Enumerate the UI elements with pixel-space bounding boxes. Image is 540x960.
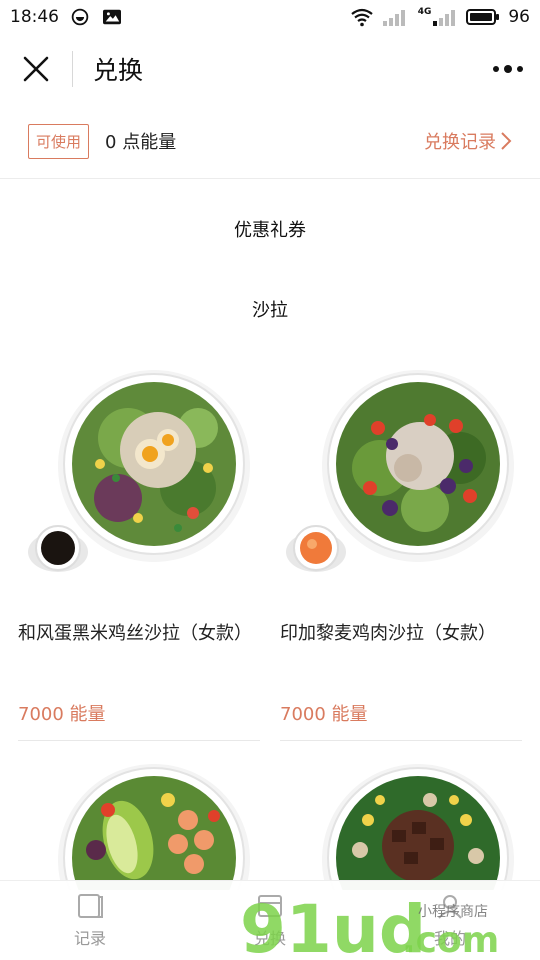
product-name: 印加黎麦鸡肉沙拉（女款） [280, 623, 496, 644]
tab-redeem-label: 兑换 [253, 928, 286, 948]
more-icon [493, 65, 523, 73]
chevron-right-icon [501, 132, 512, 150]
product-image-salad-2 [280, 368, 522, 598]
card-divider [280, 740, 522, 741]
status-bar: 18:46 4G 96 [0, 0, 540, 34]
redeem-history-link[interactable]: 兑换记录 [424, 128, 512, 154]
battery-icon [466, 9, 500, 25]
section-salad-title: 沙拉 [252, 300, 288, 321]
tab-records-label: 记录 [73, 928, 106, 948]
signal-icon-sim2: 4G [418, 7, 459, 27]
available-badge: 可使用 [28, 123, 90, 159]
records-icon [78, 893, 103, 918]
signal-icon-sim1 [382, 10, 405, 26]
status-time: 18:46 [10, 7, 59, 27]
card-divider [18, 740, 260, 741]
redeem-icon [258, 894, 282, 917]
tab-records[interactable]: 记录 [0, 881, 180, 960]
tab-redeem[interactable]: 兑换 [180, 881, 360, 960]
section-coupons-title: 优惠礼券 [234, 220, 306, 241]
product-card[interactable]: 和风蛋黑米鸡丝沙拉（女款） 7000 能量 [18, 368, 260, 741]
page-title: 兑换 [93, 56, 144, 85]
product-price: 7000 能量 [280, 704, 368, 725]
wifi-icon [351, 8, 373, 27]
tab-mine-label: 我的 [433, 928, 466, 948]
battery-level: 96 [508, 7, 530, 27]
product-name: 和风蛋黑米鸡丝沙拉（女款） [18, 623, 252, 644]
product-image-salad-1 [18, 368, 260, 598]
product-price: 7000 能量 [18, 704, 106, 725]
tab-mine[interactable]: 我的 [360, 881, 540, 960]
close-button[interactable] [0, 34, 72, 104]
network-type-label: 4G [417, 7, 432, 17]
profile-icon [438, 894, 462, 919]
nav-bar: 兑换 [0, 34, 540, 104]
image-notification-icon [103, 9, 121, 25]
tab-bar: 记录 兑换 我的 [0, 880, 540, 960]
product-card[interactable]: 印加黎麦鸡肉沙拉（女款） 7000 能量 [280, 368, 522, 741]
points-balance: 0 点能量 [105, 132, 177, 153]
close-icon [23, 56, 49, 82]
nav-divider [72, 51, 73, 87]
more-button[interactable] [476, 34, 540, 104]
app-notification-icon [71, 8, 89, 26]
redeem-history-label: 兑换记录 [424, 132, 496, 153]
points-bar: 可使用 0 点能量 兑换记录 [0, 104, 540, 179]
